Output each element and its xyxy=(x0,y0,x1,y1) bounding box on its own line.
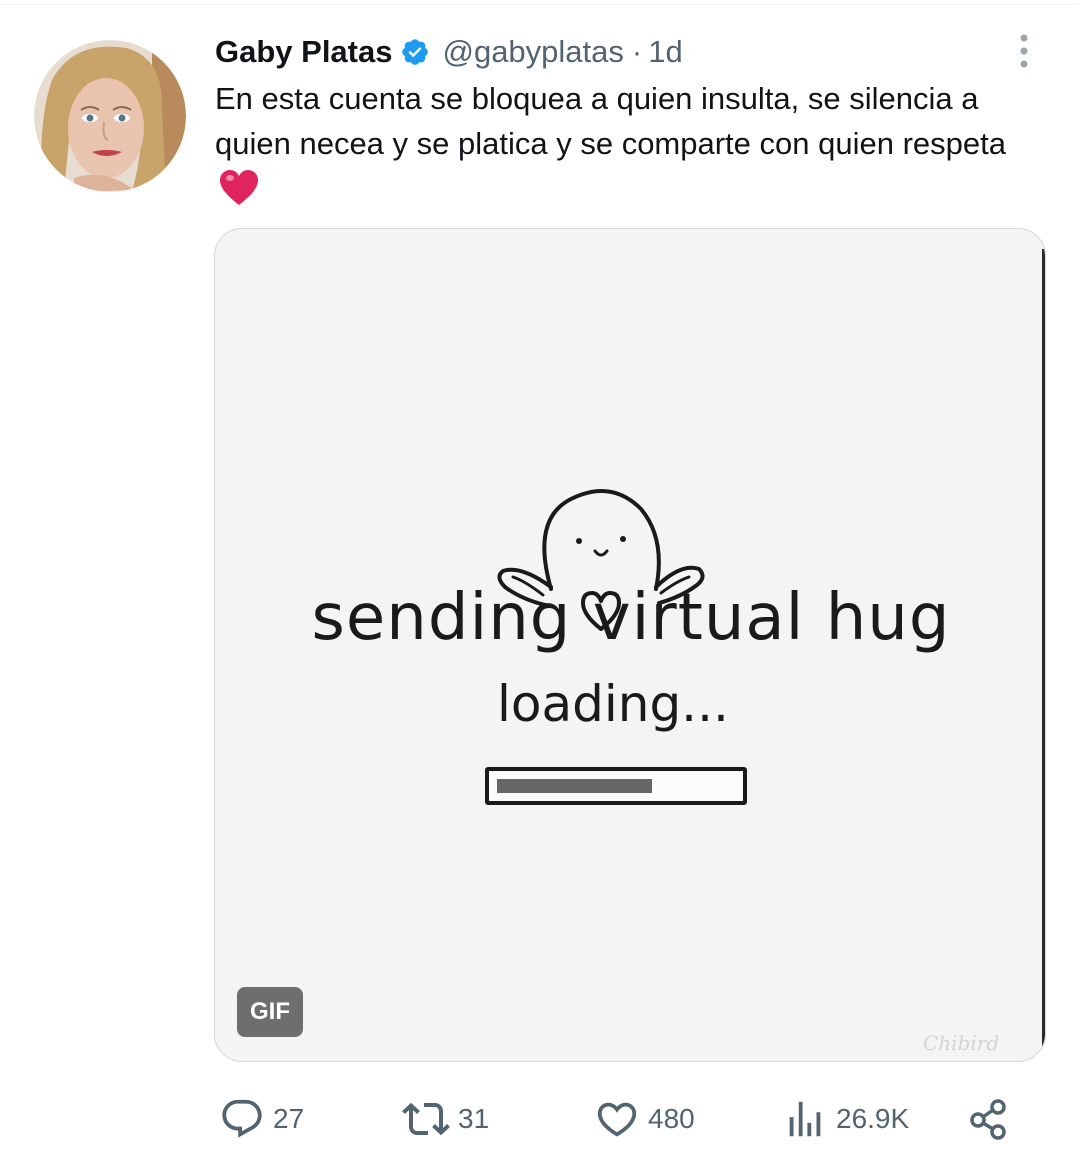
display-name[interactable]: Gaby Platas xyxy=(215,34,392,70)
hug-character-illustration xyxy=(497,489,705,631)
top-divider xyxy=(0,4,1079,5)
views-button[interactable]: 26.9K xyxy=(782,1094,909,1144)
gif-watermark: Chibird xyxy=(923,1031,1000,1055)
like-icon xyxy=(597,1102,637,1137)
gif-badge: GIF xyxy=(237,987,303,1037)
media-edge xyxy=(1042,249,1045,1049)
gif-loading-text: loading... xyxy=(497,675,729,733)
retweet-button[interactable]: 31 xyxy=(402,1094,489,1144)
more-options-icon[interactable] xyxy=(1010,32,1038,72)
verified-badge-icon xyxy=(400,37,430,67)
tweet-text-content: En esta cuenta se bloquea a quien insult… xyxy=(215,81,1006,161)
like-count: 480 xyxy=(648,1103,695,1134)
avatar[interactable] xyxy=(34,40,186,192)
like-button[interactable]: 480 xyxy=(594,1094,695,1144)
gif-progress-bar xyxy=(485,767,747,805)
retweet-count: 31 xyxy=(458,1103,490,1134)
views-count: 26.9K xyxy=(836,1103,910,1134)
share-icon xyxy=(970,1099,1006,1140)
share-button[interactable] xyxy=(966,1094,1012,1144)
reply-count: 27 xyxy=(273,1103,305,1134)
views-icon xyxy=(789,1101,821,1137)
gif-media[interactable]: sending virtual hug loading... Chibird xyxy=(214,228,1046,1062)
tweet-timestamp[interactable]: 1d xyxy=(648,34,682,70)
tweet-header: Gaby Platas @gabyplatas · 1d xyxy=(215,30,683,74)
reply-button[interactable]: 27 xyxy=(219,1094,304,1144)
retweet-icon xyxy=(402,1102,450,1136)
gif-progress-fill xyxy=(497,779,652,793)
tweet-text: En esta cuenta se bloquea a quien insult… xyxy=(215,76,1045,211)
header-separator: · xyxy=(631,34,643,69)
reply-icon xyxy=(222,1099,262,1138)
red-heart-icon xyxy=(219,169,259,207)
author-handle[interactable]: @gabyplatas xyxy=(442,34,623,70)
